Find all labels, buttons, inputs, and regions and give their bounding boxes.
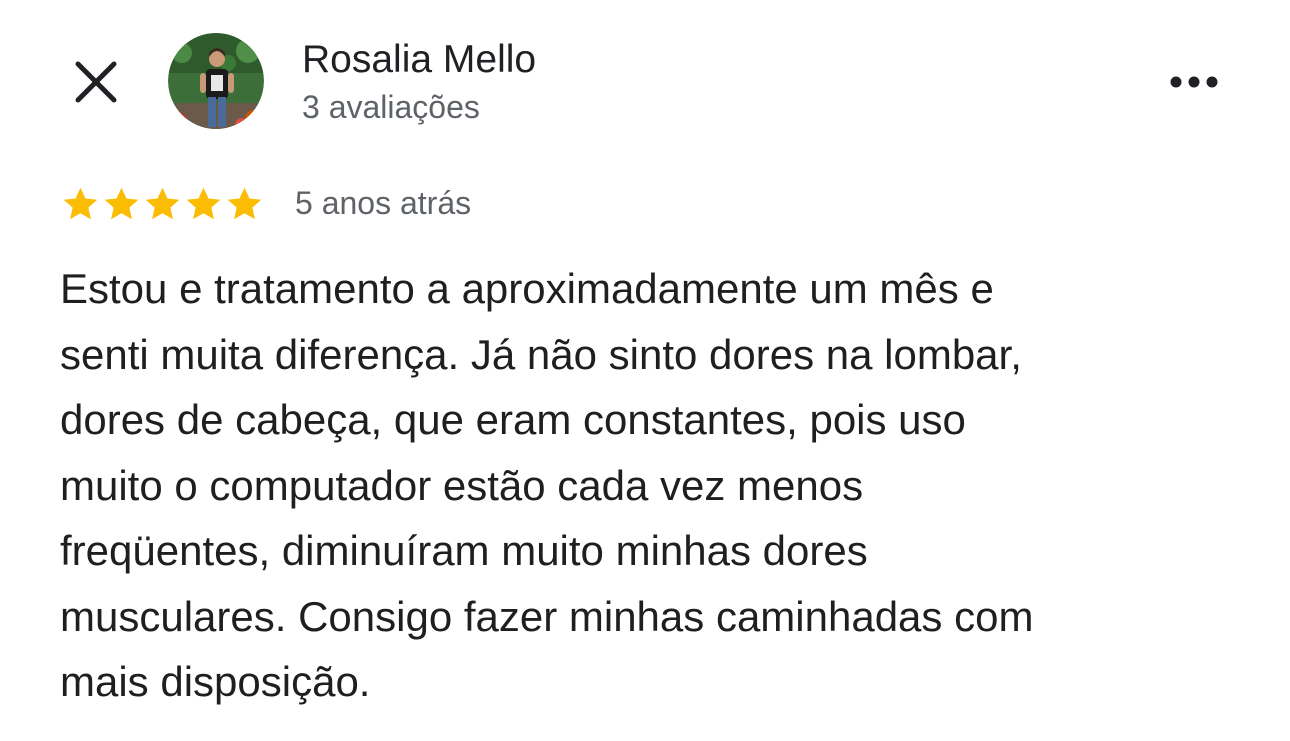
reviewer-review-count: 3 avaliações <box>302 89 480 125</box>
review-date: 5 anos atrás <box>295 185 472 221</box>
avatar[interactable] <box>168 33 264 129</box>
close-icon <box>75 61 117 103</box>
star-icon <box>63 187 98 220</box>
close-button[interactable] <box>70 56 122 108</box>
review-card: Rosalia Mello 3 avaliações 5 anos atrás … <box>0 0 1290 741</box>
review-text-line: musculares. Consigo fazer minhas caminha… <box>60 592 1034 640</box>
review-text-line: Estou e tratamento a aproximadamente um … <box>60 265 994 312</box>
review-text-line: dores de cabeça, que eram constantes, po… <box>60 396 966 443</box>
star-icon <box>186 187 221 220</box>
review-text-line: muito o computador estão cada vez menos <box>60 461 864 509</box>
review-text-line: mais disposição. <box>60 658 371 705</box>
star-rating <box>60 182 265 226</box>
reviewer-name[interactable]: Rosalia Mello <box>302 38 536 82</box>
star-icon <box>227 187 262 220</box>
star-icon <box>104 187 139 220</box>
more-options-button[interactable] <box>1162 60 1226 104</box>
review-text-line: senti muita diferença. Já não sinto dore… <box>60 330 1022 378</box>
more-options-icon <box>1170 76 1218 88</box>
star-icon <box>145 187 180 220</box>
review-text: Estou e tratamento a aproximadamente um … <box>60 256 1230 715</box>
review-text-line: freqüentes, diminuíram muito minhas dore… <box>60 527 868 574</box>
avatar-image <box>168 33 264 129</box>
